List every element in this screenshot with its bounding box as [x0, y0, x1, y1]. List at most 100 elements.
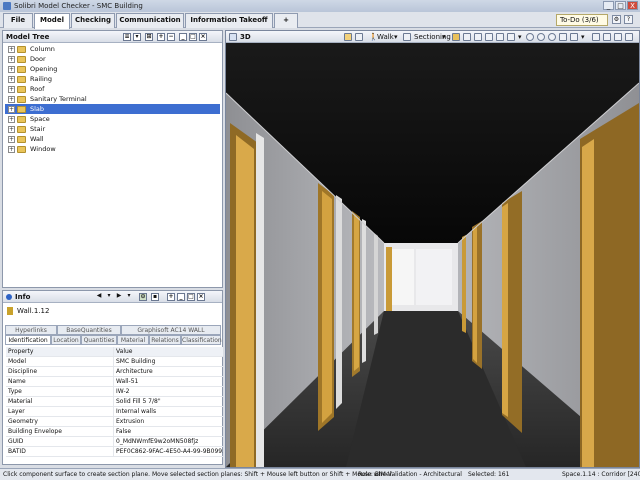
minimize-panel-icon[interactable]: _: [177, 293, 185, 301]
close-panel-icon[interactable]: ×: [199, 33, 207, 41]
todo-indicator[interactable]: To-Do (3/6): [556, 14, 608, 26]
table-row[interactable]: GUID 0_MdNWmfE9w2oMN508fjz: [6, 437, 223, 447]
maximize-panel-icon[interactable]: [614, 33, 622, 41]
expand-all-icon[interactable]: +: [157, 33, 165, 41]
chevron-down-icon[interactable]: ▾: [518, 32, 522, 42]
walk-mode-dropdown[interactable]: Walk: [377, 32, 394, 42]
tree-options-icon[interactable]: ▾: [133, 33, 141, 41]
section-x-icon[interactable]: [474, 33, 482, 41]
table-row[interactable]: Material Solid Fill 5 7/8": [6, 397, 223, 407]
tree-item[interactable]: + Door: [5, 54, 220, 64]
property-name: Building Envelope: [6, 427, 114, 436]
expand-icon[interactable]: +: [8, 105, 15, 113]
maximize-panel-icon[interactable]: □: [189, 33, 197, 41]
chevron-down-icon[interactable]: ▾: [581, 32, 585, 42]
tab-material[interactable]: Material: [117, 335, 149, 345]
tab-relations[interactable]: Relations: [149, 335, 181, 345]
tab-graphisoft-wall[interactable]: Graphisoft AC14 WALL: [121, 325, 221, 335]
expand-icon[interactable]: +: [167, 293, 175, 301]
expand-icon[interactable]: +: [8, 85, 15, 93]
table-row[interactable]: Model SMC Building: [6, 357, 223, 367]
property-name: Model: [6, 357, 114, 366]
collapse-all-icon[interactable]: −: [167, 33, 175, 41]
tree-item[interactable]: + Sanitary Terminal: [5, 94, 220, 104]
expand-icon[interactable]: +: [8, 125, 15, 133]
table-row[interactable]: Type IW-2: [6, 387, 223, 397]
zoom-window-icon[interactable]: [559, 33, 567, 41]
section-box-icon[interactable]: [452, 33, 460, 41]
redo-icon[interactable]: [355, 33, 363, 41]
back-arrow-icon[interactable]: ◀: [95, 293, 103, 301]
dropdown-icon[interactable]: ▾: [105, 293, 113, 301]
dropdown-icon[interactable]: ▾: [125, 293, 133, 301]
expand-icon[interactable]: +: [8, 115, 15, 123]
maximize-button[interactable]: □: [615, 1, 626, 10]
tree-item[interactable]: + Space: [5, 114, 220, 124]
zoom-in-icon[interactable]: [526, 33, 534, 41]
tree-item[interactable]: + Slab: [5, 104, 220, 114]
tab-quantities[interactable]: Quantities: [81, 335, 117, 345]
tab-checking[interactable]: Checking: [71, 13, 115, 28]
close-button[interactable]: X: [627, 1, 638, 10]
tree-item[interactable]: + Window: [5, 144, 220, 154]
section-y-icon[interactable]: [485, 33, 493, 41]
tab-location[interactable]: Location: [51, 335, 81, 345]
minimize-button[interactable]: _: [603, 1, 614, 10]
info-options-icon[interactable]: ▪: [151, 293, 159, 301]
expand-icon[interactable]: +: [8, 45, 15, 53]
section-z-icon[interactable]: [496, 33, 504, 41]
tab-identification[interactable]: Identification: [5, 335, 51, 345]
zoom-out-icon[interactable]: [548, 33, 556, 41]
tab-communication[interactable]: Communication: [116, 13, 184, 28]
tab-hyperlinks[interactable]: Hyperlinks: [5, 325, 57, 335]
column-header-property[interactable]: Property: [6, 347, 114, 356]
tree-item[interactable]: + Roof: [5, 84, 220, 94]
tab-model[interactable]: Model: [34, 13, 70, 29]
expand-icon[interactable]: +: [8, 135, 15, 143]
filter-icon[interactable]: ≡: [123, 33, 131, 41]
table-row[interactable]: Discipline Architecture: [6, 367, 223, 377]
table-row[interactable]: Building Envelope False: [6, 427, 223, 437]
tree-item[interactable]: + Column: [5, 44, 220, 54]
table-row[interactable]: BATID PEF0C862-9FAC-4E50-A4-99-9B099...: [6, 447, 223, 457]
tree-item[interactable]: + Stair: [5, 124, 220, 134]
chevron-down-icon[interactable]: ▾: [442, 32, 446, 42]
table-row[interactable]: Layer Internal walls: [6, 407, 223, 417]
expand-icon[interactable]: +: [8, 145, 15, 153]
view-settings-icon[interactable]: [603, 33, 611, 41]
add-tab-button[interactable]: +: [274, 13, 298, 28]
section-reset-icon[interactable]: [507, 33, 515, 41]
expand-icon[interactable]: +: [8, 95, 15, 103]
zoom-fit-icon[interactable]: [537, 33, 545, 41]
measure-icon[interactable]: [570, 33, 578, 41]
close-panel-icon[interactable]: ×: [197, 293, 205, 301]
minimize-panel-icon[interactable]: _: [179, 33, 187, 41]
tab-basequantities[interactable]: BaseQuantities: [57, 325, 121, 335]
tree-structure-icon[interactable]: ⊞: [145, 33, 153, 41]
tab-file[interactable]: File: [3, 13, 33, 28]
table-row[interactable]: Name Wall-51: [6, 377, 223, 387]
help-icon[interactable]: ?: [624, 15, 633, 24]
tree-item[interactable]: + Railing: [5, 74, 220, 84]
section-plane-icon[interactable]: [463, 33, 471, 41]
visibility-icon[interactable]: [592, 33, 600, 41]
tree-item[interactable]: + Opening: [5, 64, 220, 74]
3d-corridor-scene[interactable]: [226, 43, 639, 467]
column-header-value[interactable]: Value: [114, 347, 223, 356]
tree-item[interactable]: + Wall: [5, 134, 220, 144]
tab-classification[interactable]: Classification: [181, 335, 222, 345]
expand-icon[interactable]: +: [8, 55, 15, 63]
expand-icon[interactable]: +: [8, 65, 15, 73]
forward-arrow-icon[interactable]: ▶: [115, 293, 123, 301]
undo-icon[interactable]: [344, 33, 352, 41]
tab-information-takeoff[interactable]: Information Takeoff: [185, 13, 273, 28]
table-row[interactable]: Geometry Extrusion: [6, 417, 223, 427]
status-selected-count: Selected: 161: [468, 471, 510, 478]
settings-icon[interactable]: ⚙: [612, 15, 621, 24]
chevron-down-icon[interactable]: ▾: [394, 32, 398, 42]
close-panel-icon[interactable]: [625, 33, 633, 41]
link-selection-icon[interactable]: ⊙: [139, 293, 147, 301]
expand-icon[interactable]: +: [8, 75, 15, 83]
maximize-panel-icon[interactable]: □: [187, 293, 195, 301]
door-frame: [256, 133, 264, 467]
